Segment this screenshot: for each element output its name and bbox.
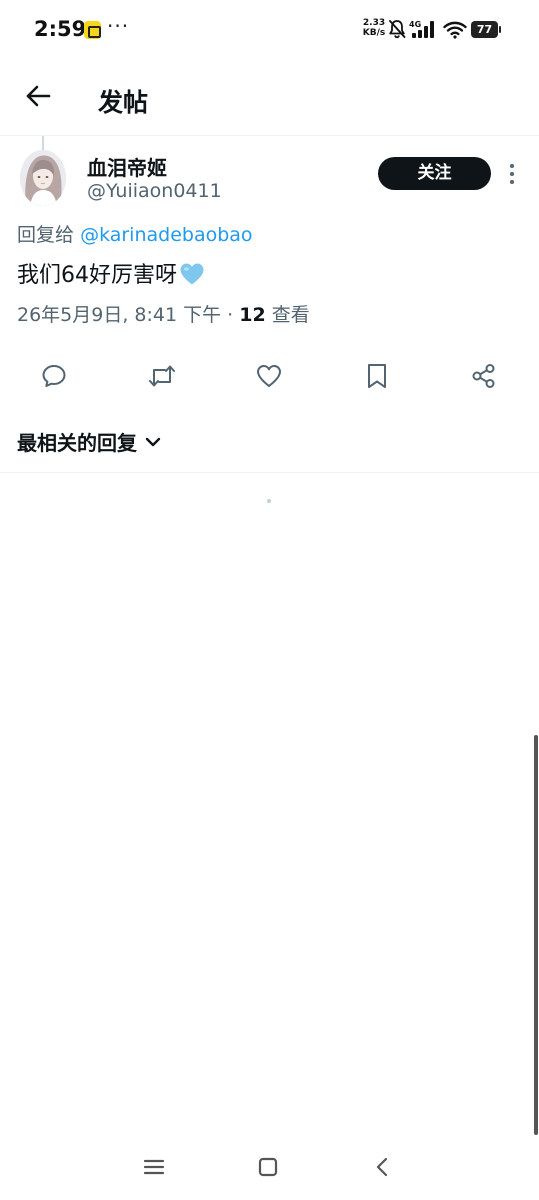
comment-icon <box>42 365 66 387</box>
status-time: 2:59 <box>34 17 87 41</box>
network-speed-unit: KB/s <box>362 28 386 38</box>
chevron-down-icon <box>145 437 161 447</box>
reply-sort-dropdown[interactable]: 最相关的回复 <box>17 426 161 456</box>
system-back-button[interactable] <box>367 1152 397 1182</box>
reply-mention-link[interactable]: @karinadebaobao <box>80 224 253 246</box>
bookmark-button[interactable] <box>362 361 392 391</box>
screen: 2:59 ··· 2.33 KB/s 4G 77 发帖 血泪帝姬 @Yuiiao… <box>0 0 539 1200</box>
network-speed: 2.33 KB/s <box>361 18 387 38</box>
chevron-left-icon <box>376 1157 388 1177</box>
like-button[interactable] <box>254 361 284 391</box>
avatar-image <box>20 150 66 206</box>
more-notifications-icon: ··· <box>107 14 130 38</box>
network-speed-value: 2.33 <box>362 18 386 28</box>
network-type: 4G <box>409 20 421 29</box>
thread-connector-line <box>42 136 44 150</box>
reply-button[interactable] <box>39 361 69 391</box>
battery-indicator: 77 <box>471 21 501 38</box>
more-vertical-icon <box>510 164 514 184</box>
reply-context: 回复给 @karinadebaobao <box>17 220 253 247</box>
view-count: 12 <box>239 304 266 326</box>
share-button[interactable] <box>469 361 499 391</box>
scrollbar-thumb[interactable] <box>534 735 538 1135</box>
meta-separator: · <box>221 304 240 326</box>
cellular-signal-icon: 4G <box>409 20 434 38</box>
share-icon <box>472 364 495 388</box>
heart-icon <box>257 365 281 387</box>
repost-icon <box>149 365 175 387</box>
back-button[interactable] <box>22 80 54 112</box>
wifi-icon <box>443 21 467 39</box>
scrollbar[interactable] <box>533 735 539 1135</box>
bell-muted-icon <box>389 20 406 39</box>
avatar[interactable] <box>20 150 66 206</box>
app-header: 发帖 <box>0 62 539 136</box>
home-button[interactable] <box>253 1152 283 1182</box>
light-blue-heart-emoji <box>179 262 205 292</box>
post-timestamp: 26年5月9日, 8:41 下午 <box>17 304 222 326</box>
follow-button[interactable]: 关注 <box>378 157 491 190</box>
home-square-icon <box>258 1157 278 1177</box>
page-title: 发帖 <box>98 88 149 117</box>
bookmark-icon <box>368 364 386 388</box>
username[interactable]: @Yuiiaon0411 <box>87 180 222 202</box>
arrow-left-icon <box>26 85 51 107</box>
more-options-button[interactable] <box>503 160 521 188</box>
repost-button[interactable] <box>147 361 177 391</box>
recent-apps-button[interactable] <box>139 1152 169 1182</box>
post-text: 我们64好厉害呀 <box>17 257 205 292</box>
display-name[interactable]: 血泪帝姬 <box>87 152 167 181</box>
post-text-content: 我们64好厉害呀 <box>17 263 177 288</box>
loading-indicator <box>267 499 271 503</box>
reply-prefix: 回复给 <box>17 224 75 246</box>
views-label: 查看 <box>265 304 310 326</box>
system-nav-bar <box>0 1140 539 1200</box>
sort-label: 最相关的回复 <box>17 430 137 455</box>
post-meta: 26年5月9日, 8:41 下午 · 12 查看 <box>17 300 310 327</box>
menu-icon <box>143 1159 165 1175</box>
app-notification-icon <box>84 21 101 39</box>
section-divider <box>0 472 539 473</box>
status-bar: 2:59 ··· 2.33 KB/s 4G 77 <box>0 0 539 62</box>
